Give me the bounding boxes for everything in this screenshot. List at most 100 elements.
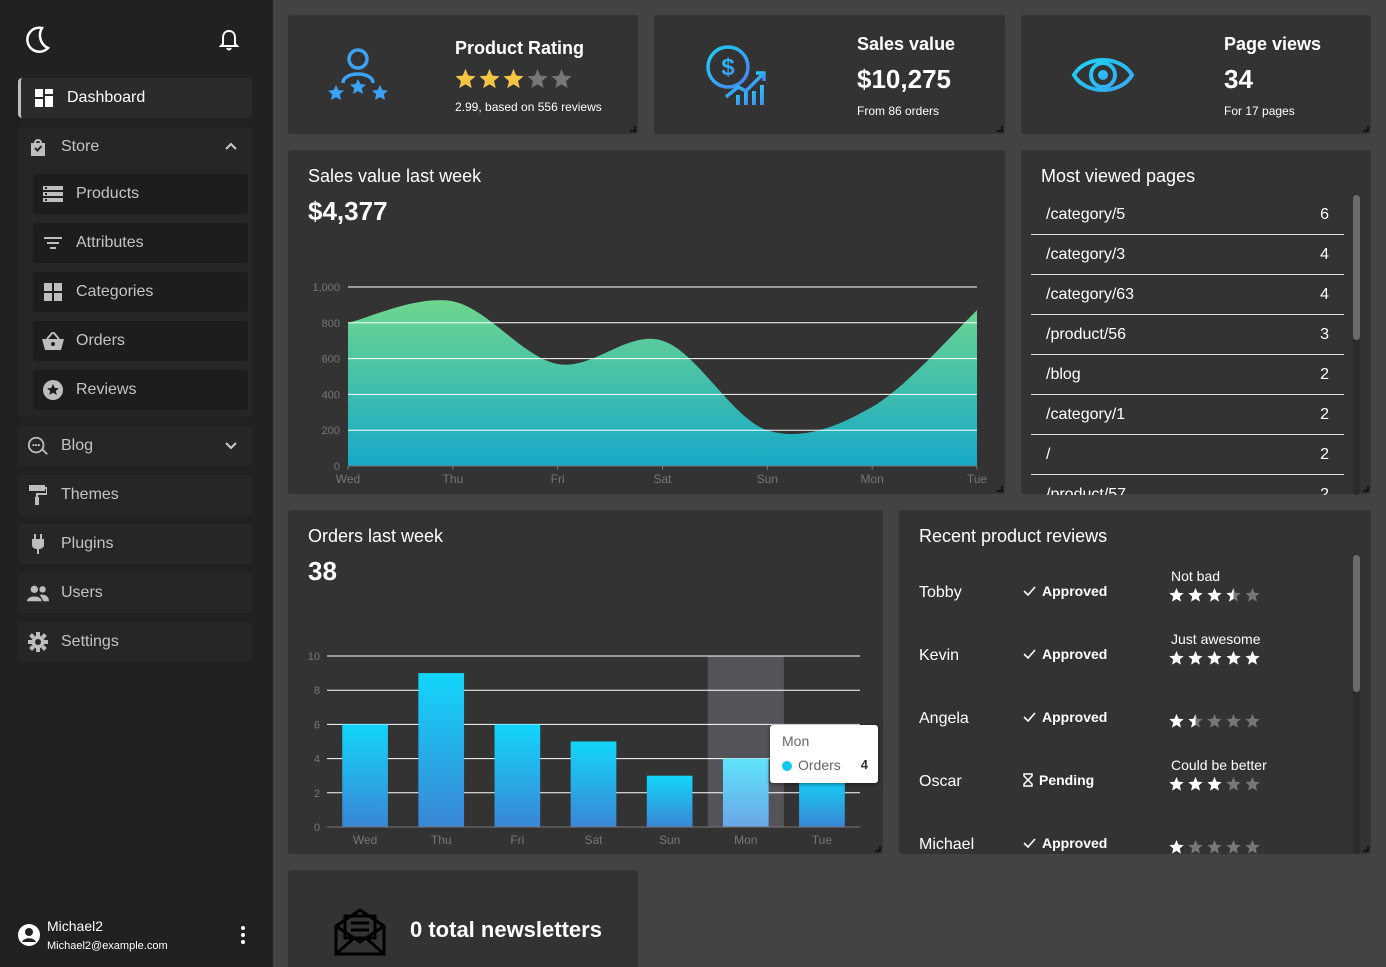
bar[interactable] — [646, 775, 693, 827]
sidebar-item-users[interactable]: Users — [18, 573, 252, 613]
users-icon — [27, 582, 49, 604]
review-stars — [1169, 840, 1260, 854]
star-filled-icon — [1207, 588, 1222, 602]
stat-value: 34 — [1224, 64, 1253, 94]
page-path: /category/3 — [1046, 245, 1126, 263]
star-filled-icon — [1169, 777, 1184, 791]
avatar — [18, 924, 40, 946]
y-tick-label: 0 — [314, 822, 320, 834]
sidebar-subitem-orders[interactable]: Orders — [33, 321, 248, 361]
page-path: /blog — [1046, 365, 1081, 383]
sidebar-subitem-reviews[interactable]: Reviews — [33, 370, 248, 410]
dollar-chart-icon: $ — [706, 45, 766, 105]
resize-handle[interactable] — [1363, 126, 1369, 132]
sidebar-item-settings[interactable]: Settings — [18, 622, 252, 662]
sidebar-subitem-products[interactable]: Products — [33, 174, 248, 214]
chevron-up-icon[interactable] — [224, 139, 238, 153]
bar[interactable] — [494, 724, 541, 827]
review-row[interactable]: Angela Approved — [919, 700, 1349, 740]
star-filled-icon — [503, 69, 524, 88]
star-icon — [1245, 840, 1260, 854]
x-tick-label: Thu — [431, 833, 452, 847]
bar[interactable] — [342, 724, 388, 827]
list-item[interactable]: /category/3 4 — [1031, 235, 1344, 275]
star-icon — [1207, 840, 1222, 854]
sidebar-item-label: Store — [61, 138, 100, 155]
more-vert-icon[interactable] — [238, 924, 248, 946]
page-count: 2 — [1320, 485, 1329, 496]
x-tick-label: Sun — [757, 472, 778, 486]
bar[interactable] — [418, 673, 465, 827]
page-count: 2 — [1320, 365, 1329, 383]
star-icon — [1188, 840, 1203, 854]
sidebar-item-themes[interactable]: Themes — [18, 475, 252, 515]
sidebar-subitem-attributes[interactable]: Attributes — [33, 223, 248, 263]
resize-handle[interactable] — [1363, 486, 1369, 492]
moon-logo-icon[interactable] — [22, 24, 52, 54]
resize-handle[interactable] — [997, 126, 1003, 132]
star-filled-icon — [1169, 714, 1184, 728]
sidebar-subitem-categories[interactable]: Categories — [33, 272, 248, 312]
user-profile[interactable]: Michael2 Michael2@example.com — [18, 916, 258, 956]
stat-title: Sales value — [857, 34, 956, 54]
x-tick-label: Mon — [734, 833, 757, 847]
y-tick-label: 6 — [314, 719, 320, 731]
reviewer-name: Michael — [919, 836, 975, 853]
sidebar-item-plugins[interactable]: Plugins — [18, 524, 252, 564]
resize-handle[interactable] — [630, 126, 636, 132]
review-status-label: Approved — [1042, 835, 1108, 851]
bar[interactable] — [799, 775, 845, 827]
star-icon — [527, 69, 548, 88]
bar[interactable] — [722, 758, 769, 827]
sidebar-item-store[interactable]: Store — [18, 127, 252, 167]
orders-bar-chart[interactable]: 0 2 4 6 8 10 Wed Thu Fri Sat Sun Mon Tue — [288, 510, 883, 854]
scrollbar-thumb[interactable] — [1353, 555, 1360, 692]
review-status: Approved — [1023, 835, 1107, 851]
stat-subtitle: From 86 orders — [857, 104, 940, 118]
newsletter-card: 0 total newsletters — [288, 870, 638, 967]
scrollbar[interactable] — [1353, 555, 1360, 854]
list-item[interactable]: /product/57 2 — [1031, 475, 1344, 496]
y-tick-label: 10 — [308, 651, 320, 663]
sales-area — [348, 300, 977, 466]
list-item[interactable]: /category/1 2 — [1031, 395, 1344, 435]
sidebar-item-label: Blog — [61, 437, 94, 454]
star-filled-icon — [1207, 651, 1222, 665]
list-item[interactable]: /category/63 4 — [1031, 275, 1344, 315]
list-item[interactable]: /category/5 6 — [1031, 195, 1344, 235]
review-row[interactable]: Michael Approved — [919, 826, 1349, 866]
filter-icon — [42, 232, 64, 254]
review-row[interactable]: Tobby Approved Not bad — [919, 568, 1349, 614]
page-count: 6 — [1320, 205, 1329, 223]
review-status-label: Approved — [1042, 583, 1108, 599]
card-title: Recent product reviews — [919, 526, 1108, 546]
sidebar-item-label: Dashboard — [67, 89, 146, 106]
sidebar-item-blog[interactable]: Blog — [18, 426, 252, 466]
page-count: 2 — [1320, 445, 1329, 463]
review-row[interactable]: Oscar Pending Could be better — [919, 757, 1349, 803]
scrollbar-thumb[interactable] — [1353, 195, 1360, 340]
list-item[interactable]: /2 — [1031, 435, 1344, 475]
star-filled-icon — [1169, 840, 1184, 854]
y-tick-label: 400 — [322, 389, 340, 401]
star-icon — [551, 69, 572, 88]
sales-area-chart[interactable]: 02004006008001,000Wed Thu Fri Sat Sun Mon Tue — [288, 150, 1005, 494]
review-stars — [1169, 588, 1260, 602]
resize-handle[interactable] — [997, 486, 1003, 492]
y-tick-label: 800 — [322, 318, 340, 330]
check-icon — [1023, 838, 1036, 848]
sidebar-item-dashboard[interactable]: Dashboard — [18, 78, 252, 118]
chevron-down-icon[interactable] — [224, 438, 238, 452]
list-item[interactable]: /blog 2 — [1031, 355, 1344, 395]
bell-icon[interactable] — [218, 28, 240, 52]
sales-last-week-card: Sales value last week $4,377 0 200 400 600 8… — [288, 150, 1005, 494]
list-item[interactable]: /product/56 3 — [1031, 315, 1344, 355]
resize-handle[interactable] — [875, 846, 881, 852]
star-icon — [1245, 777, 1260, 791]
bar[interactable] — [570, 741, 617, 828]
scrollbar[interactable] — [1353, 195, 1360, 495]
sidebar-item-label: Themes — [61, 486, 119, 503]
review-row[interactable]: Kevin Approved Just awesome — [919, 631, 1349, 677]
resize-handle[interactable] — [1363, 846, 1369, 852]
rating-stars — [455, 69, 572, 88]
